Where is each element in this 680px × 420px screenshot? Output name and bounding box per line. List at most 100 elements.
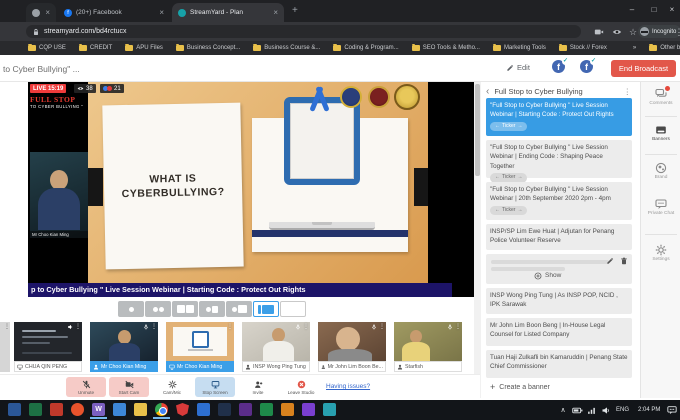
invite-button[interactable]: Invite: [238, 377, 278, 397]
other-bookmarks[interactable]: Other bookmarks: [649, 45, 680, 51]
taskbar-file-explorer-icon[interactable]: [113, 403, 126, 416]
tile-menu-icon[interactable]: ⋮: [455, 323, 461, 330]
rail-tab-private-chat[interactable]: Private Chat: [641, 198, 680, 216]
taskbar-app-violet-icon[interactable]: [302, 403, 315, 416]
taskbar-app-red-icon[interactable]: [50, 403, 63, 416]
rail-tab-comments[interactable]: Comments: [641, 88, 680, 106]
taskbar-defender-shield-icon[interactable]: [176, 403, 189, 416]
banner-item[interactable]: Tuan Haji Zulkafli bin Kamaruddin | Pena…: [486, 350, 632, 378]
participant-tile[interactable]: ⋮ Mr John Lim Boon Be...: [318, 322, 386, 372]
tab-facebook[interactable]: f (20+) Facebook ×: [58, 3, 170, 22]
bookmark-folder[interactable]: CREDIT: [79, 45, 112, 51]
layout-solo-button[interactable]: [118, 301, 144, 317]
taskbar-app-dark-icon[interactable]: [218, 403, 231, 416]
rail-tab-banners[interactable]: Banners: [641, 124, 680, 142]
banner-item[interactable]: INSP/SP Lim Ewe Huat | Adjutan for Penan…: [486, 224, 632, 250]
delete-banner-button[interactable]: [620, 257, 628, 265]
facebook-destination-badge[interactable]: f ✓: [580, 60, 595, 75]
url-field[interactable]: streamyard.com/bd4rctucx: [26, 25, 581, 38]
tile-menu-icon[interactable]: ⋮: [379, 323, 385, 330]
participant-screen-share[interactable]: [166, 322, 234, 361]
bookmark-folder[interactable]: SEO Tools & Metho...: [412, 45, 480, 51]
mic-icon[interactable]: [447, 324, 453, 330]
banner-item[interactable]: INSP Wong Ping Tung | As INSP POP, NCID …: [486, 288, 632, 314]
banner-item[interactable]: "Full Stop to Cyber Bullying " Live Sess…: [486, 140, 632, 178]
bookmark-folder[interactable]: Stock // Forex: [559, 45, 607, 51]
layout-two-person-button[interactable]: [145, 301, 171, 317]
rail-tab-settings[interactable]: Settings: [641, 244, 680, 262]
mic-icon[interactable]: [295, 324, 301, 330]
camera-permission-icon[interactable]: [592, 25, 606, 39]
content-scrollbar[interactable]: [474, 82, 481, 398]
tab-close-icon[interactable]: ×: [273, 9, 278, 17]
participant-tile[interactable]: ⋮ Mr Choo Kian Ming: [90, 322, 158, 372]
participant-tile[interactable]: ⋮ CHUA QIN PENG: [14, 322, 82, 372]
clock[interactable]: 2:04 PM: [633, 407, 665, 413]
participant-tile[interactable]: ⋮ Starfish: [394, 322, 462, 372]
taskbar-app-purple-icon[interactable]: [239, 403, 252, 416]
banner-item[interactable]: "Full Stop to Cyber Bullying " Live Sess…: [486, 182, 632, 220]
banner-item[interactable]: Mr John Lim Boon Beng | In-House Legal C…: [486, 318, 632, 346]
window-close-button[interactable]: ×: [664, 0, 680, 18]
tile-menu-icon[interactable]: ⋮: [151, 323, 157, 330]
taskbar-app-navy-icon[interactable]: [8, 403, 21, 416]
banner-item-hovered[interactable]: Show: [486, 254, 632, 284]
taskbar-app-green-icon[interactable]: [29, 403, 42, 416]
new-tab-button[interactable]: +: [292, 5, 298, 16]
mic-icon[interactable]: [143, 324, 149, 330]
end-broadcast-button[interactable]: End Broadcast: [611, 60, 676, 77]
tile-menu-icon[interactable]: ⋮: [303, 323, 309, 330]
start-cam-button[interactable]: Start Cam: [109, 377, 149, 397]
taskbar-app-blue-icon[interactable]: [197, 403, 210, 416]
leave-studio-button[interactable]: Leave Studio: [281, 377, 321, 397]
facebook-destination-badge[interactable]: f ✓: [552, 60, 567, 75]
layout-group-button[interactable]: [199, 301, 225, 317]
cam-mic-settings-button[interactable]: Cam/Mic: [152, 377, 192, 397]
volume-icon[interactable]: [598, 406, 612, 415]
having-issues-link[interactable]: Having issues?: [326, 383, 370, 390]
tab-streamyard[interactable]: StreamYard - Plan ×: [172, 3, 284, 22]
rail-tab-brand[interactable]: Brand: [641, 162, 680, 180]
scrollbar-thumb[interactable]: [475, 84, 480, 176]
eye-icon[interactable]: [610, 25, 624, 39]
taskbar-app-orange-icon[interactable]: [281, 403, 294, 416]
speaker-icon[interactable]: [67, 324, 73, 330]
tab-stub[interactable]: ×: [26, 3, 56, 22]
back-arrow-icon[interactable]: ‹: [486, 86, 489, 97]
participant-tile[interactable]: ⋮ INSP Wong Ping Tung: [242, 322, 310, 372]
network-icon[interactable]: [584, 406, 598, 415]
bookmark-folder[interactable]: Marketing Tools: [493, 45, 546, 51]
bookmark-folder[interactable]: APU Files: [125, 45, 163, 51]
taskbar-app-teal-icon[interactable]: [323, 403, 336, 416]
create-banner-button[interactable]: + Create a banner: [490, 382, 550, 392]
edit-title-button[interactable]: Edit: [506, 63, 530, 72]
tab-close-icon[interactable]: ×: [159, 9, 164, 17]
participant-tile[interactable]: ⋮ Mr Choo Kian Ming: [166, 322, 234, 372]
tab-close-icon[interactable]: ×: [45, 9, 50, 17]
tile-menu-icon[interactable]: ⋮: [4, 323, 10, 330]
taskbar-word-icon[interactable]: W: [92, 403, 105, 416]
unmute-button[interactable]: Unmute: [66, 377, 106, 397]
participant-tile-partial[interactable]: ⋮: [0, 322, 10, 372]
battery-icon[interactable]: [570, 405, 584, 416]
tile-menu-icon[interactable]: ⋮: [75, 323, 81, 330]
taskbar-opera-icon[interactable]: [71, 403, 84, 416]
bookmarks-overflow-chevron[interactable]: »: [633, 45, 636, 51]
taskbar-folder-icon[interactable]: [134, 403, 147, 416]
layout-screen-only-button[interactable]: [280, 301, 306, 317]
tray-chevron-up-icon[interactable]: ∧: [556, 406, 570, 414]
tile-menu-icon[interactable]: ⋮: [227, 323, 233, 330]
panel-menu-icon[interactable]: ⋮: [624, 87, 632, 96]
mic-icon[interactable]: [371, 324, 377, 330]
bookmark-folder[interactable]: CQP USE: [28, 45, 66, 51]
language-indicator[interactable]: ENG: [612, 407, 633, 413]
layout-person-screen-button[interactable]: [226, 301, 252, 317]
bookmark-folder[interactable]: Business Concept...: [176, 45, 240, 51]
window-minimize-button[interactable]: –: [624, 0, 640, 18]
banner-item[interactable]: "Full Stop to Cyber Bullying " Live Sess…: [486, 98, 632, 136]
edit-banner-button[interactable]: [606, 257, 614, 265]
layout-screen-dominant-button[interactable]: [253, 301, 279, 317]
window-maximize-button[interactable]: □: [646, 0, 662, 18]
bookmark-folder[interactable]: Coding & Program...: [333, 45, 398, 51]
layout-two-boxed-button[interactable]: [172, 301, 198, 317]
